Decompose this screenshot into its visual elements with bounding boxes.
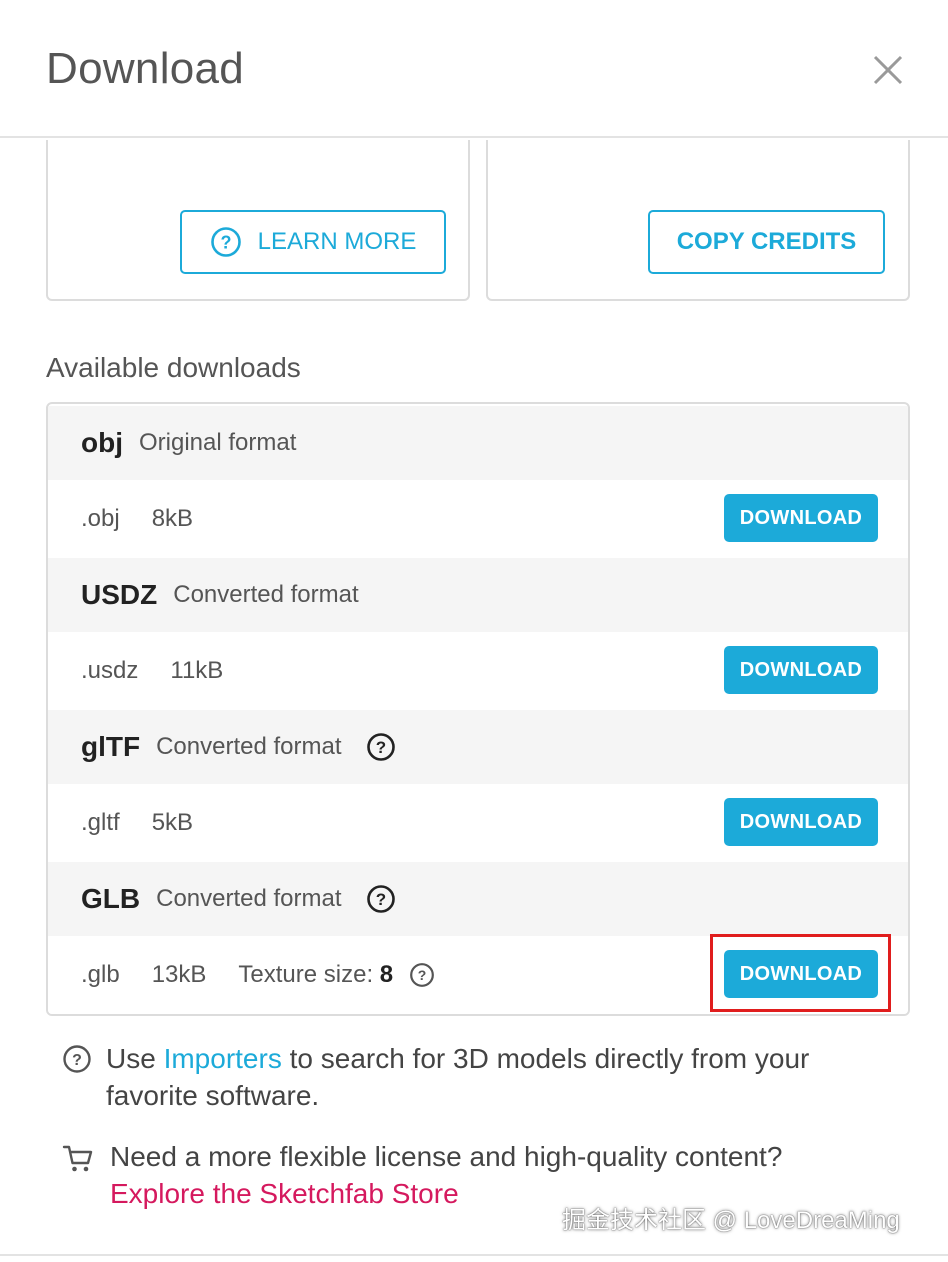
- svg-text:?: ?: [418, 967, 427, 983]
- license-card: ? LEARN MORE: [46, 140, 470, 301]
- question-circle-icon[interactable]: ?: [366, 884, 396, 914]
- svg-text:?: ?: [375, 738, 385, 757]
- format-type: Converted format: [156, 733, 342, 760]
- svg-text:?: ?: [220, 233, 231, 253]
- bottom-divider: [0, 1254, 948, 1256]
- format-type: Converted format: [156, 885, 342, 912]
- question-circle-icon[interactable]: ?: [409, 962, 435, 988]
- format-header-obj: obj Original format: [48, 406, 908, 480]
- watermark: 掘金技术社区 @ LoveDreaMing: [562, 1207, 900, 1234]
- store-text: Need a more flexible license and high-qu…: [110, 1141, 783, 1172]
- format-name: obj: [81, 427, 123, 458]
- highlight-box: [710, 934, 891, 1012]
- question-circle-icon: ?: [210, 226, 242, 258]
- file-extension: .glb: [81, 961, 120, 988]
- download-button-obj[interactable]: DOWNLOAD: [724, 494, 878, 542]
- close-icon[interactable]: [866, 48, 910, 92]
- downloads-list: obj Original format .obj 8kB DOWNLOAD US…: [46, 402, 910, 1016]
- file-size: 8kB: [151, 505, 194, 532]
- format-name: USDZ: [81, 579, 158, 610]
- format-type: Original format: [139, 429, 297, 456]
- cart-icon: [62, 1142, 94, 1183]
- texture-size-label: Texture size:: [238, 961, 374, 988]
- format-name: glTF: [81, 731, 141, 762]
- credits-card: COPY CREDITS: [486, 140, 910, 301]
- format-header-glb: GLB Converted format ?: [48, 862, 908, 936]
- format-header-usdz: USDZ Converted format: [48, 558, 908, 632]
- format-type: Converted format: [173, 581, 359, 608]
- learn-more-label: LEARN MORE: [257, 228, 417, 255]
- file-size: 13kB: [151, 961, 207, 988]
- svg-text:?: ?: [375, 890, 385, 909]
- file-size: 11kB: [170, 657, 224, 684]
- format-name: GLB: [81, 883, 141, 914]
- download-button-gltf[interactable]: DOWNLOAD: [724, 798, 878, 846]
- copy-credits-button[interactable]: COPY CREDITS: [648, 210, 885, 274]
- file-size: 5kB: [151, 809, 194, 836]
- importers-tip-text: Use Importers to search for 3D models di…: [106, 1040, 876, 1114]
- importers-prefix: Use: [106, 1043, 156, 1074]
- texture-size: Texture size: 8: [238, 961, 393, 989]
- format-header-gltf: glTF Converted format ?: [48, 710, 908, 784]
- dialog-title: Download: [46, 44, 245, 93]
- texture-size-value: 8: [379, 961, 394, 988]
- importers-link[interactable]: Importers: [164, 1043, 282, 1074]
- question-circle-icon[interactable]: ?: [366, 732, 396, 762]
- file-extension: .obj: [81, 505, 120, 532]
- file-extension: .usdz: [81, 657, 139, 684]
- learn-more-button[interactable]: ? LEARN MORE: [180, 210, 446, 274]
- file-extension: .gltf: [81, 809, 120, 836]
- svg-text:?: ?: [72, 1052, 82, 1069]
- dialog-header: Download: [0, 0, 948, 138]
- available-downloads-title: Available downloads: [46, 352, 301, 383]
- download-button-usdz[interactable]: DOWNLOAD: [724, 646, 878, 694]
- question-circle-icon: ?: [62, 1044, 92, 1083]
